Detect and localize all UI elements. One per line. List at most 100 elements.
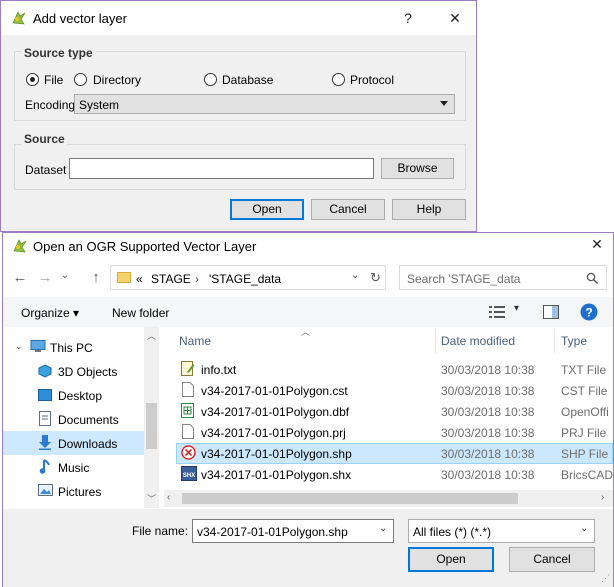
help-icon[interactable]: ? xyxy=(580,303,598,321)
column-header-name[interactable]: Name xyxy=(179,334,211,348)
sort-indicator-icon: ︿ xyxy=(301,327,311,337)
encoding-value: System xyxy=(79,98,120,112)
open-button[interactable]: Open xyxy=(408,547,494,572)
pictures-icon xyxy=(38,484,53,496)
source-type-title: Source type xyxy=(22,46,95,60)
help-icon[interactable]: ? xyxy=(396,1,420,35)
file-date: 30/03/2018 10:38 xyxy=(441,363,535,377)
close-icon[interactable]: ✕ xyxy=(585,227,609,261)
file-type: BricsCAD xyxy=(561,468,614,482)
hscroll-thumb[interactable] xyxy=(182,493,518,504)
chevron-down-icon[interactable]: ⌄ xyxy=(580,523,588,534)
file-date: 30/03/2018 10:38 xyxy=(441,405,535,419)
error-file-icon xyxy=(181,445,196,460)
refresh-icon[interactable]: ↻ xyxy=(370,270,381,286)
column-header-type[interactable]: Type xyxy=(561,334,587,348)
cube-icon xyxy=(38,364,52,378)
toolbar: Organize ▾ New folder ▾ ? xyxy=(3,297,613,327)
breadcrumb-item-stage[interactable]: STAGE xyxy=(151,272,191,286)
nav-scrollbar[interactable]: ︿ ﹀ xyxy=(144,327,159,508)
breadcrumb-separator: › xyxy=(195,272,199,286)
new-folder-button[interactable]: New folder xyxy=(112,306,169,320)
address-bar[interactable]: « STAGE › 'STAGE_data ⌄ ↻ xyxy=(110,265,386,290)
organize-button[interactable]: Organize ▾ xyxy=(21,306,79,320)
column-divider[interactable] xyxy=(554,329,555,353)
encoding-label: Encoding xyxy=(25,98,76,112)
file-date: 30/03/2018 10:38 xyxy=(441,468,535,482)
view-options-icon[interactable] xyxy=(489,305,505,319)
recent-chevron-icon[interactable]: ⌄ xyxy=(58,270,72,288)
dataset-input[interactable] xyxy=(69,158,374,179)
chevron-down-icon[interactable]: ⌄ xyxy=(379,523,387,534)
back-icon[interactable]: ← xyxy=(11,269,29,287)
view-chevron-icon[interactable]: ▾ xyxy=(514,303,519,314)
folder-icon xyxy=(117,272,131,283)
scroll-down-icon[interactable]: ﹀ xyxy=(147,492,156,505)
chevron-down-icon[interactable]: ⌄ xyxy=(351,270,359,281)
forward-icon[interactable]: → xyxy=(36,269,54,287)
scroll-right-icon[interactable]: › xyxy=(601,492,604,503)
radio-protocol[interactable] xyxy=(332,73,345,86)
file-row[interactable]: v34-2017-01-01Polygon.dbf 30/03/2018 10:… xyxy=(173,401,613,421)
column-header-date[interactable]: Date modified xyxy=(441,334,515,348)
file-name-input[interactable]: v34-2017-01-01Polygon.shp ⌄ xyxy=(192,519,394,543)
browse-button[interactable]: Browse xyxy=(381,158,454,179)
file-name: v34-2017-01-01Polygon.cst xyxy=(201,384,348,398)
file-name: v34-2017-01-01Polygon.shx xyxy=(201,468,352,482)
preview-pane-icon[interactable] xyxy=(543,305,559,319)
dataset-label: Dataset xyxy=(25,163,67,177)
nav-item-desktop[interactable]: Desktop xyxy=(58,389,102,403)
file-type: SHP File xyxy=(561,447,609,461)
up-icon[interactable]: ↑ xyxy=(87,269,105,287)
add-vector-layer-dialog: Add vector layer ? ✕ Source type File Di… xyxy=(0,0,477,232)
chevron-down-icon xyxy=(440,101,448,106)
radio-directory[interactable] xyxy=(74,73,87,86)
file-name: v34-2017-01-01Polygon.shp xyxy=(201,447,352,461)
nav-item-this-pc[interactable]: This PC xyxy=(50,341,93,355)
qgis-logo-icon xyxy=(13,239,27,253)
file-type: TXT File xyxy=(561,363,607,377)
radio-file-label: File xyxy=(44,73,64,87)
search-icon xyxy=(586,272,598,284)
nav-item-pictures[interactable]: Pictures xyxy=(58,485,101,499)
encoding-select[interactable]: System xyxy=(74,94,455,114)
scroll-left-icon[interactable]: ‹ xyxy=(167,492,170,503)
download-icon xyxy=(39,435,51,450)
nav-item-3d-objects[interactable]: 3D Objects xyxy=(58,365,117,379)
file-row[interactable]: info.txt 30/03/2018 10:38 TXT File xyxy=(173,359,613,379)
navigation-pane: ⌄ This PC 3D Objects Desktop Documents D… xyxy=(3,327,159,507)
file-list-hscrollbar[interactable]: ‹ › xyxy=(164,490,613,507)
help-button[interactable]: Help xyxy=(392,199,466,220)
file-row-selected[interactable]: v34-2017-01-01Polygon.shp 30/03/2018 10:… xyxy=(173,443,613,463)
open-button[interactable]: Open xyxy=(230,199,304,220)
breadcrumb-prefix[interactable]: « xyxy=(136,272,143,286)
generic-file-icon xyxy=(182,424,194,439)
radio-database-label: Database xyxy=(222,73,274,87)
nav-item-music[interactable]: Music xyxy=(58,461,89,475)
shx-file-icon: SHX xyxy=(181,466,197,481)
nav-item-documents[interactable]: Documents xyxy=(58,413,119,427)
file-date: 30/03/2018 10:38 xyxy=(441,426,535,440)
nav-item-downloads[interactable]: Downloads xyxy=(58,437,117,451)
search-input[interactable]: Search 'STAGE_data xyxy=(399,265,607,290)
file-name: v34-2017-01-01Polygon.dbf xyxy=(201,405,350,419)
radio-file[interactable] xyxy=(26,73,39,86)
cancel-button[interactable]: Cancel xyxy=(311,199,385,220)
svg-text:?: ? xyxy=(585,306,592,320)
chevron-down-icon[interactable]: ⌄ xyxy=(15,341,23,352)
file-type: OpenOffi xyxy=(561,405,609,419)
cancel-button[interactable]: Cancel xyxy=(509,547,595,572)
dialog-title: Open an OGR Supported Vector Layer xyxy=(33,239,257,254)
column-divider[interactable] xyxy=(435,329,436,353)
resize-grip-icon[interactable]: ⋰ xyxy=(601,573,610,584)
file-row[interactable]: SHX v34-2017-01-01Polygon.shx 30/03/2018… xyxy=(173,464,613,484)
file-row[interactable]: v34-2017-01-01Polygon.prj 30/03/2018 10:… xyxy=(173,422,613,442)
radio-database[interactable] xyxy=(204,73,217,86)
nav-scroll-thumb[interactable] xyxy=(146,403,157,449)
file-row[interactable]: v34-2017-01-01Polygon.cst 30/03/2018 10:… xyxy=(173,380,613,400)
close-icon[interactable]: ✕ xyxy=(443,1,467,35)
radio-protocol-label: Protocol xyxy=(350,73,395,87)
breadcrumb-item-stage-data[interactable]: 'STAGE_data xyxy=(209,272,281,286)
file-type-filter-select[interactable]: All files (*) (*.*) ⌄ xyxy=(408,519,595,543)
scroll-up-icon[interactable]: ︿ xyxy=(147,329,156,342)
